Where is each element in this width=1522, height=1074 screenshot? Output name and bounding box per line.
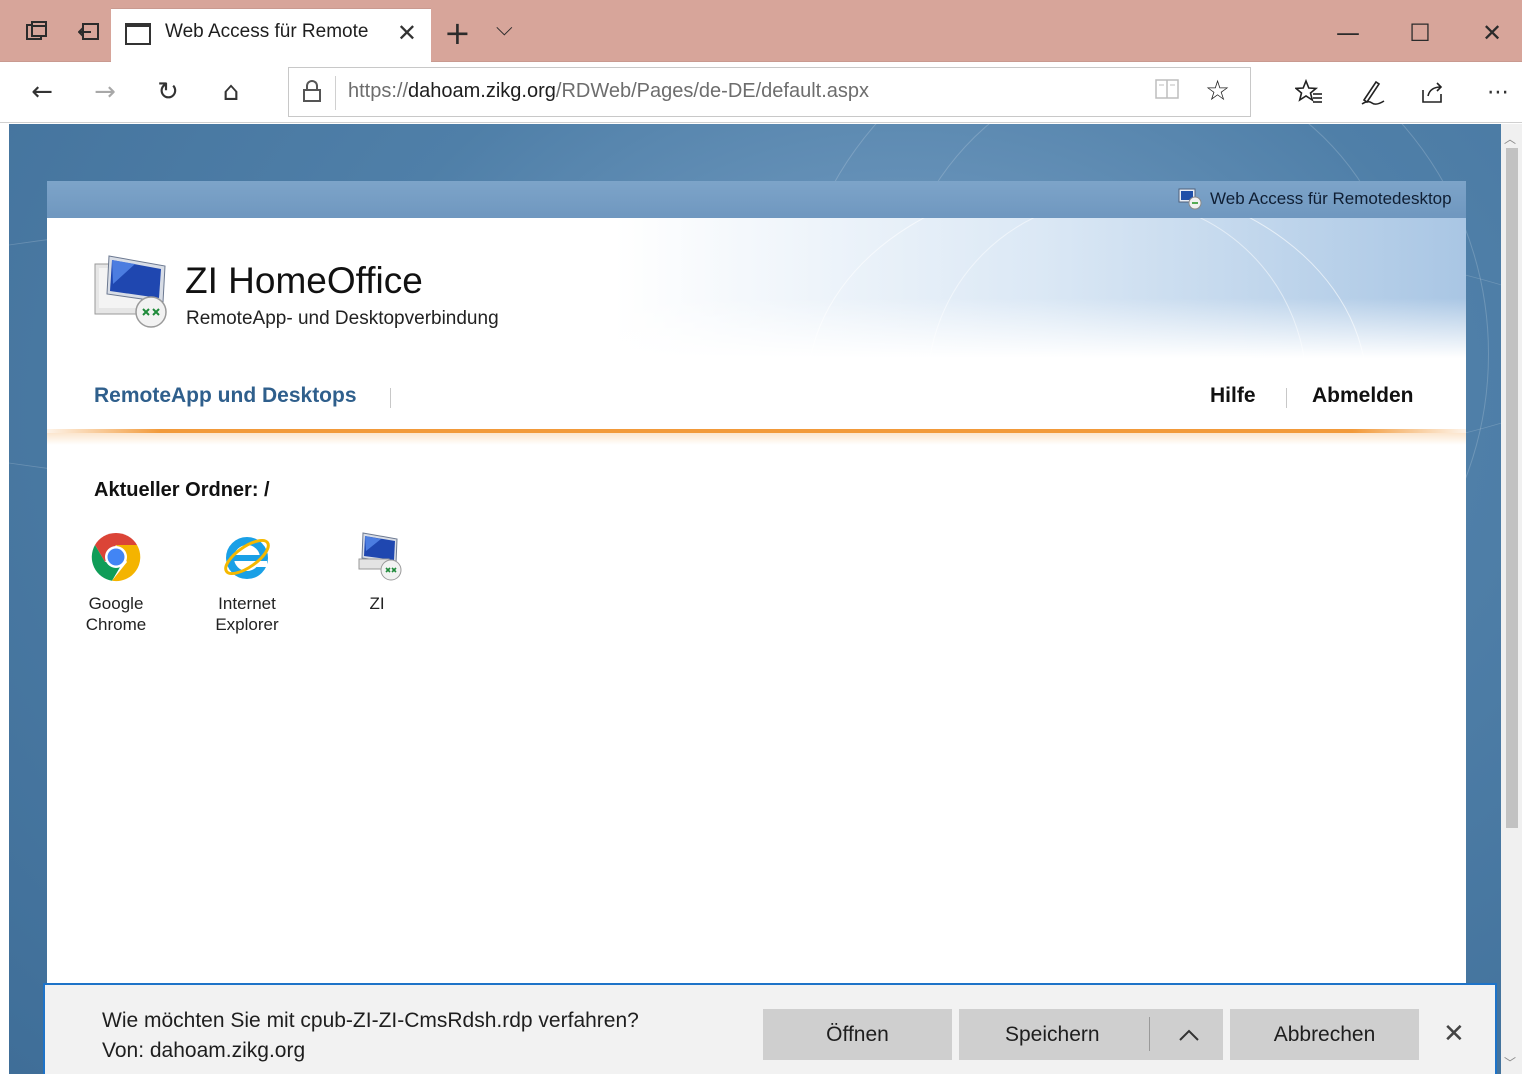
save-button-label: Speichern bbox=[1005, 1022, 1100, 1046]
close-window-button[interactable]: ✕ bbox=[1462, 8, 1522, 58]
close-download-bar-icon[interactable]: ✕ bbox=[1443, 1019, 1465, 1049]
app-label-line1: ZI bbox=[369, 594, 385, 613]
remote-desktop-small-icon bbox=[1178, 188, 1202, 210]
new-tab-icon[interactable]: + bbox=[444, 14, 471, 52]
lock-icon[interactable] bbox=[303, 80, 321, 102]
maximize-icon: ☐ bbox=[1409, 19, 1431, 47]
app-label: ZI bbox=[322, 593, 432, 614]
tab-close-icon[interactable]: ✕ bbox=[397, 19, 417, 47]
more-icon: ⋯ bbox=[1487, 79, 1509, 105]
app-label-line2: Chrome bbox=[85, 615, 147, 634]
current-folder-label: Aktueller Ordner: / bbox=[94, 479, 270, 501]
browser-title-bar: Web Access für Remote ✕ + ⌵ — ☐ ✕ bbox=[0, 0, 1522, 62]
rdweb-frame: Web Access für Remotedesktop ZI HomeOffi… bbox=[47, 181, 1466, 1074]
app-label: Google Chrome bbox=[61, 593, 171, 635]
rdweb-top-strip: Web Access für Remotedesktop bbox=[47, 181, 1466, 218]
notes-button[interactable] bbox=[1354, 74, 1390, 110]
nav-help-link[interactable]: Hilfe bbox=[1210, 384, 1256, 408]
url-scheme: https:// bbox=[348, 80, 409, 102]
scroll-up-icon[interactable]: ︿ bbox=[1504, 130, 1516, 147]
orange-divider-glow bbox=[47, 433, 1466, 445]
open-button[interactable]: Öffnen bbox=[763, 1009, 952, 1060]
home-button[interactable]: ⌂ bbox=[213, 74, 249, 110]
tab-title: Web Access für Remote bbox=[165, 21, 369, 42]
app-label-line1: Internet bbox=[218, 594, 276, 613]
url-path: /RDWeb/Pages/de-DE/default.aspx bbox=[555, 80, 870, 102]
nav-divider bbox=[1286, 388, 1287, 408]
close-icon: ✕ bbox=[1481, 19, 1503, 47]
minimize-button[interactable]: — bbox=[1318, 8, 1378, 58]
share-icon bbox=[1422, 82, 1443, 103]
home-icon: ⌂ bbox=[222, 77, 240, 107]
url-text[interactable]: https://dahoam.zikg.org/RDWeb/Pages/de-D… bbox=[348, 80, 869, 103]
set-tabs-aside-icon[interactable] bbox=[75, 18, 103, 46]
browser-toolbar: ← → ↻ ⌂ https://dahoam.zikg.org/RDWeb/Pa… bbox=[0, 62, 1522, 123]
address-divider bbox=[335, 76, 336, 110]
nav-logout-link[interactable]: Abmelden bbox=[1312, 384, 1414, 408]
chrome-icon bbox=[90, 531, 142, 583]
favorite-star-icon[interactable]: ☆ bbox=[1205, 74, 1230, 107]
app-label-line1: Google bbox=[88, 594, 144, 613]
forward-arrow-icon: → bbox=[94, 77, 116, 107]
nav-divider bbox=[390, 388, 391, 408]
back-arrow-icon: ← bbox=[31, 77, 53, 107]
page-subtitle: RemoteApp- und Desktopverbindung bbox=[186, 308, 499, 329]
maximize-button[interactable]: ☐ bbox=[1390, 8, 1450, 58]
rdweb-header: ZI HomeOffice RemoteApp- und Desktopverb… bbox=[47, 218, 1466, 358]
internet-explorer-icon bbox=[221, 531, 273, 583]
app-internet-explorer[interactable]: Internet Explorer bbox=[192, 531, 302, 635]
minimize-icon: — bbox=[1336, 19, 1360, 47]
page-scrollbar[interactable]: ︿ ﹀ bbox=[1501, 124, 1522, 1074]
download-source: Von: dahoam.zikg.org bbox=[102, 1039, 306, 1062]
download-bar: Wie möchten Sie mit cpub-ZI-ZI-CmsRdsh.r… bbox=[43, 983, 1497, 1074]
nav-remoteapp-desktops[interactable]: RemoteApp und Desktops bbox=[94, 384, 357, 408]
page-title: ZI HomeOffice bbox=[185, 260, 423, 301]
app-label: Internet Explorer bbox=[192, 593, 302, 635]
rdweb-nav: RemoteApp und Desktops Hilfe Abmelden bbox=[47, 358, 1466, 428]
save-options-button[interactable] bbox=[1155, 1009, 1223, 1060]
rdweb-product-name: Web Access für Remotedesktop bbox=[1210, 189, 1452, 208]
page-icon bbox=[125, 23, 151, 45]
remote-desktop-icon bbox=[351, 531, 403, 583]
share-button[interactable] bbox=[1415, 74, 1451, 110]
favorites-hub-button[interactable] bbox=[1291, 74, 1327, 110]
tab-list-chevron-icon[interactable]: ⌵ bbox=[496, 16, 513, 41]
chevron-up-icon bbox=[1179, 1029, 1199, 1041]
address-bar[interactable]: https://dahoam.zikg.org/RDWeb/Pages/de-D… bbox=[288, 67, 1251, 117]
save-split-divider bbox=[1149, 1017, 1150, 1051]
app-zi-desktop[interactable]: ZI bbox=[322, 531, 432, 614]
forward-button[interactable]: → bbox=[87, 74, 123, 110]
app-label-line2: Explorer bbox=[215, 615, 279, 634]
refresh-button[interactable]: ↻ bbox=[150, 74, 186, 110]
browser-tab-active[interactable]: Web Access für Remote ✕ bbox=[111, 8, 431, 62]
pen-icon bbox=[1361, 80, 1385, 105]
scroll-thumb[interactable] bbox=[1506, 148, 1518, 828]
favorites-hub-icon bbox=[1295, 79, 1322, 103]
tab-preview-icon[interactable] bbox=[23, 18, 51, 46]
refresh-icon: ↻ bbox=[157, 77, 179, 107]
reading-view-icon[interactable] bbox=[1155, 78, 1179, 106]
download-question: Wie möchten Sie mit cpub-ZI-ZI-CmsRdsh.r… bbox=[102, 1009, 639, 1032]
url-host: dahoam.zikg.org bbox=[408, 80, 556, 102]
scroll-down-icon[interactable]: ﹀ bbox=[1504, 1054, 1516, 1071]
more-button[interactable]: ⋯ bbox=[1480, 74, 1516, 110]
back-button[interactable]: ← bbox=[24, 74, 60, 110]
cancel-button[interactable]: Abbrechen bbox=[1230, 1009, 1419, 1060]
app-google-chrome[interactable]: Google Chrome bbox=[61, 531, 171, 635]
remote-desktop-logo-icon bbox=[94, 255, 167, 328]
